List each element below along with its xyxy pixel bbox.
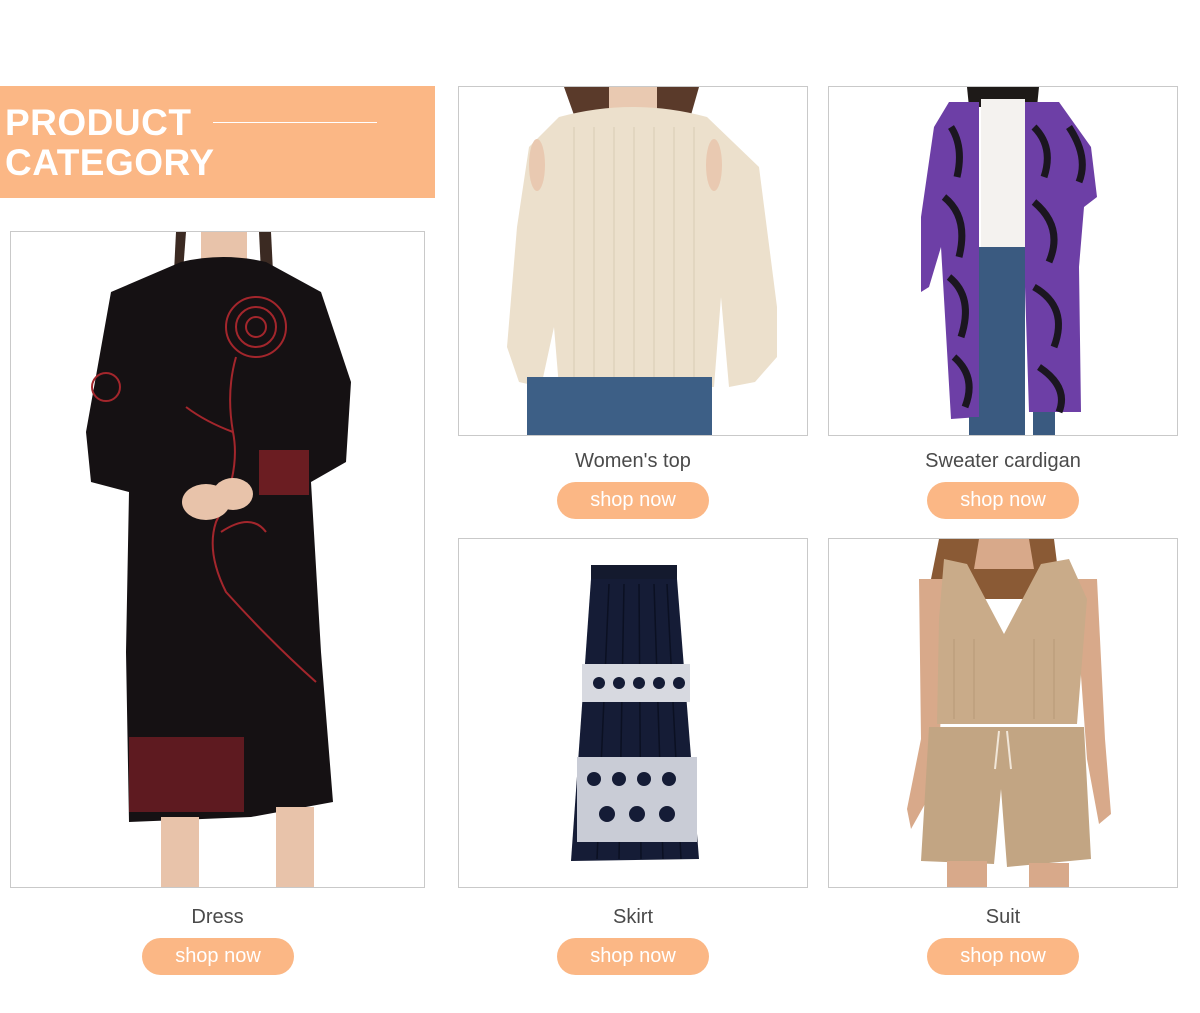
shop-now-button[interactable]: shop now — [557, 938, 709, 975]
banner-title: PRODUCT CATEGORY — [5, 103, 215, 183]
shop-now-button[interactable]: shop now — [927, 938, 1079, 975]
product-image-suit[interactable] — [828, 538, 1178, 888]
product-card-skirt: Skirt shop now — [458, 538, 808, 976]
product-name: Suit — [985, 906, 1021, 928]
shop-now-button[interactable]: shop now — [557, 482, 709, 519]
product-image-womens-top[interactable] — [458, 86, 808, 436]
product-image-sweater-cardigan[interactable] — [828, 86, 1178, 436]
shop-now-button[interactable]: shop now — [142, 938, 294, 975]
product-card-dress: Dress shop now — [10, 231, 425, 976]
product-name: Skirt — [613, 906, 653, 928]
product-image-dress[interactable] — [10, 231, 425, 888]
product-card-sweater-cardigan: Sweater cardigan shop now — [828, 86, 1178, 520]
shop-now-button[interactable]: shop now — [927, 482, 1079, 519]
banner-title-line1: PRODUCT — [5, 102, 192, 143]
product-name: Women's top — [575, 450, 691, 472]
product-name: Dress — [191, 906, 244, 928]
category-banner: PRODUCT CATEGORY — [0, 86, 435, 198]
product-name: Sweater cardigan — [925, 450, 1081, 472]
product-card-womens-top: Women's top shop now — [458, 86, 808, 520]
product-card-suit: Suit shop now — [828, 538, 1178, 976]
banner-divider — [213, 122, 377, 123]
product-image-skirt[interactable] — [458, 538, 808, 888]
product-category-page: PRODUCT CATEGORY Dress shop now Women's … — [0, 0, 1200, 1013]
banner-title-line2: CATEGORY — [5, 142, 215, 183]
